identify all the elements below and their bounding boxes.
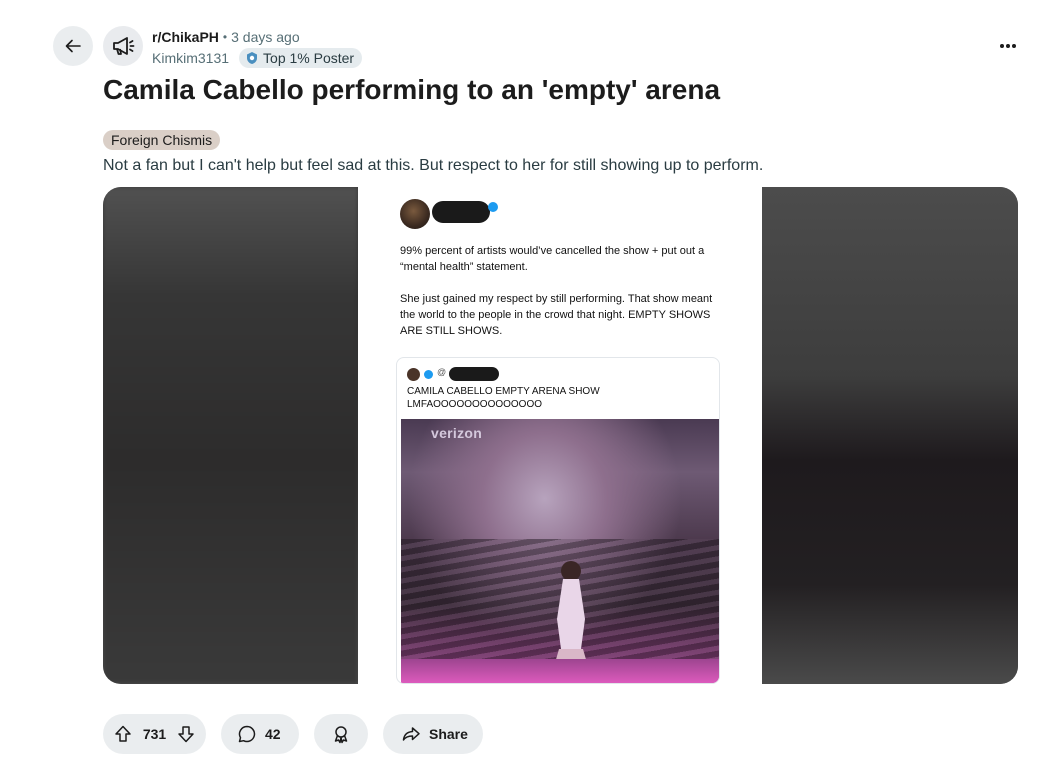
comments-button[interactable]: 42 — [221, 714, 299, 754]
quote-redacted-username — [449, 367, 499, 381]
meta-separator: • — [222, 30, 228, 44]
comment-count: 42 — [265, 726, 281, 742]
author-badge: Top 1% Poster — [239, 48, 363, 68]
upvote-icon[interactable] — [113, 724, 133, 744]
post-flair[interactable]: Foreign Chismis — [103, 130, 221, 150]
award-icon — [334, 726, 348, 744]
tweet-avatar — [400, 199, 430, 229]
arena-stage — [401, 659, 719, 683]
performer-figure — [555, 561, 587, 663]
post-body: Not a fan but I can't help but feel sad … — [103, 157, 764, 174]
arena-brand: verizon — [431, 425, 483, 441]
post-meta: r/ChikaPH • 3 days ago Kimkim3131 Top 1%… — [152, 28, 363, 68]
more-horizontal-icon — [1000, 44, 1016, 48]
action-bar: 731 42 Share — [103, 714, 483, 754]
quoted-tweet: @ CAMILA CABELLO EMPTY ARENA SHOW LMFAOO… — [396, 357, 720, 684]
post-time: 3 days ago — [231, 29, 300, 45]
author-link[interactable]: Kimkim3131 — [152, 49, 229, 67]
quote-avatar — [407, 368, 420, 381]
arrow-left-icon — [65, 39, 81, 53]
subreddit-link[interactable]: r/ChikaPH — [152, 28, 219, 46]
badge-label: Top 1% Poster — [263, 50, 355, 66]
megaphone-icon — [113, 37, 135, 55]
tweet-text: 99% percent of artists would’ve cancelle… — [400, 245, 713, 337]
arena-photo: verizon — [401, 419, 719, 683]
post-title: Camila Cabello performing to an 'empty' … — [103, 74, 721, 105]
subreddit-avatar[interactable] — [103, 26, 143, 66]
badge-icon — [247, 52, 258, 64]
quote-verified-icon — [424, 370, 433, 379]
share-button[interactable]: Share — [383, 714, 483, 754]
vote-control: 731 — [103, 714, 206, 754]
downvote-icon[interactable] — [176, 724, 196, 744]
redacted-username — [432, 201, 490, 223]
tweet-screenshot: 99% percent of artists would’ve cancelle… — [358, 187, 762, 684]
back-button[interactable] — [53, 26, 93, 66]
quote-text: CAMILA CABELLO EMPTY ARENA SHOW LMFAOOOO… — [407, 386, 600, 410]
share-icon — [402, 727, 420, 741]
verified-icon — [488, 202, 498, 212]
more-options-button[interactable] — [996, 34, 1020, 58]
share-label: Share — [429, 726, 468, 742]
media-blur-right — [762, 187, 1018, 684]
media-blur-left — [103, 187, 358, 684]
quote-handle-prefix: @ — [437, 367, 447, 377]
post-media[interactable]: 99% percent of artists would’ve cancelle… — [103, 187, 1018, 684]
award-button[interactable] — [314, 714, 368, 754]
comment-icon — [238, 725, 256, 743]
vote-count: 731 — [142, 726, 167, 742]
